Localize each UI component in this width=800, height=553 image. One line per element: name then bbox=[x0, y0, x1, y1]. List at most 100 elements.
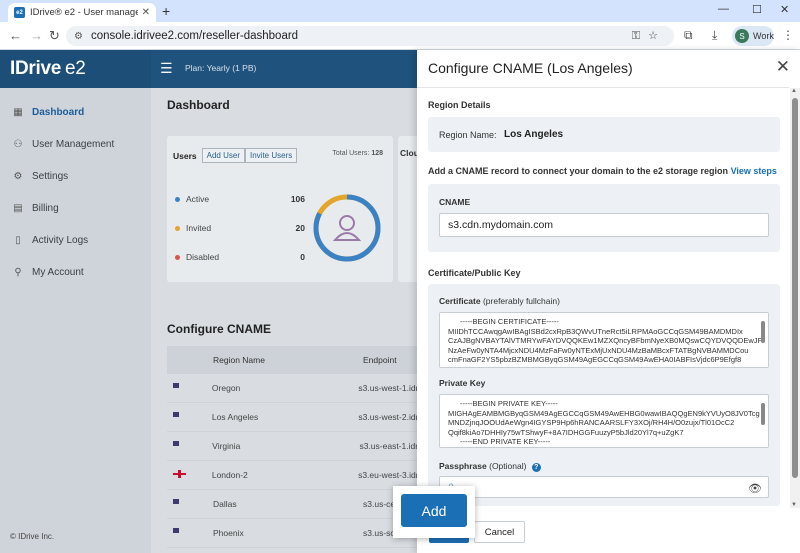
active-dot-icon bbox=[175, 197, 180, 202]
download-icon[interactable]: ⤓ bbox=[712, 28, 717, 43]
users-donut-chart bbox=[313, 194, 381, 262]
window-close-icon[interactable]: ✕ bbox=[780, 3, 789, 16]
certificate-label: Certificate (preferably fullchain) bbox=[439, 296, 560, 306]
account-icon: ⚲ bbox=[14, 266, 22, 278]
certificate-textarea[interactable]: -----BEGIN CERTIFICATE----- MIIDhTCCAwqg… bbox=[439, 312, 769, 368]
region-details-box: Region Name: Los Angeles bbox=[428, 117, 780, 152]
sidebar-item-billing[interactable]: ▤ Billing bbox=[0, 192, 151, 224]
certificate-hint: (preferably fullchain) bbox=[482, 296, 560, 306]
sidebar-item-user-management[interactable]: ⚇ User Management bbox=[0, 128, 151, 160]
sidebar-item-settings[interactable]: ⚙ Settings bbox=[0, 160, 151, 192]
idrive-favicon-icon: e2 bbox=[14, 7, 25, 18]
sidebar-item-label: Settings bbox=[32, 170, 69, 182]
stat-active: Active 106 bbox=[175, 194, 305, 204]
close-icon[interactable]: ✕ bbox=[142, 7, 150, 18]
cert-line: NzAeFw0yNTA4MjcxNDU4MzFaFw0yNTExMjUxNDU4… bbox=[448, 345, 749, 355]
new-tab-plus-icon[interactable]: + bbox=[162, 3, 170, 19]
site-info-icon[interactable]: ⚙ bbox=[74, 31, 83, 42]
table-row[interactable]: Los Angeles s3.us-west-2.idr bbox=[167, 403, 417, 432]
passphrase-label-text: Passphrase bbox=[439, 461, 487, 471]
private-key-textarea[interactable]: -----BEGIN PRIVATE KEY----- MIGHAgEAMBMG… bbox=[439, 394, 769, 448]
endpoint-header: Endpoint bbox=[363, 355, 397, 365]
cname-region-table: Region Name Endpoint Oregon s3.us-west-1… bbox=[167, 346, 417, 548]
scrollbar-thumb[interactable] bbox=[792, 98, 798, 478]
hamburger-menu-icon[interactable]: ☰ bbox=[160, 60, 173, 77]
minimize-icon[interactable]: — bbox=[718, 3, 729, 15]
stat-invited: Invited 20 bbox=[175, 223, 305, 233]
close-icon[interactable]: ✕ bbox=[776, 57, 790, 77]
back-arrow-icon[interactable]: ← bbox=[9, 28, 22, 43]
region-cell: Virginia bbox=[212, 441, 241, 451]
total-users-label: Total Users: bbox=[332, 150, 370, 157]
region-cell: Oregon bbox=[211, 383, 241, 393]
key-line: Qqif8kiAo7DHHIy75wTShwyF+8A7IDHGGFuuzyP5… bbox=[448, 427, 684, 437]
sidebar-item-label: Billing bbox=[32, 202, 59, 214]
add-button[interactable]: Add bbox=[401, 494, 467, 527]
main-content: Dashboard Users Add User Invite Users To… bbox=[151, 88, 418, 553]
eye-slash-icon[interactable]: 👁 bbox=[748, 482, 762, 495]
copyright: © IDrive Inc. bbox=[10, 532, 55, 541]
sidebar-item-label: Activity Logs bbox=[32, 234, 89, 246]
app-header: ☰ Plan: Yearly (1 PB) bbox=[151, 50, 417, 88]
help-icon[interactable]: ? bbox=[531, 463, 541, 472]
cancel-button[interactable]: Cancel bbox=[474, 521, 525, 543]
key-and-star-icon[interactable]: ⚿☆ bbox=[632, 29, 666, 43]
sidebar-item-my-account[interactable]: ⚲ My Account bbox=[0, 256, 151, 288]
endpoint-cell: s3.eu-west-3.idr bbox=[358, 470, 417, 480]
endpoint-cell: s3.us-east-1.idr bbox=[359, 441, 417, 451]
billing-icon: ▤ bbox=[13, 202, 23, 214]
table-row[interactable]: Oregon s3.us-west-1.idr bbox=[167, 374, 417, 403]
divider bbox=[417, 87, 789, 88]
panel-scrollbar[interactable]: ▲ ▼ bbox=[790, 88, 800, 508]
endpoint-cell: s3.us-west-2.idr bbox=[358, 412, 417, 422]
cloud-card: Clou bbox=[398, 136, 418, 282]
scroll-up-icon[interactable]: ▲ bbox=[791, 88, 797, 94]
cname-box: CNAME s3.cdn.mydomain.com bbox=[428, 184, 780, 252]
browser-tab[interactable]: e2 IDrive® e2 - User management ✕ bbox=[8, 3, 156, 22]
cert-line: CzAJBgNVBAYTAlVTMRYwFAYDVQQKEw1MZXQncyBF… bbox=[448, 336, 763, 345]
address-bar[interactable]: ⚙ console.idrivee2.com/reseller-dashboar… bbox=[66, 26, 674, 46]
maximize-icon[interactable]: ☐ bbox=[752, 3, 762, 16]
reload-icon[interactable]: ↻ bbox=[49, 28, 60, 44]
view-steps-link[interactable]: View steps bbox=[731, 166, 777, 176]
cname-input[interactable]: s3.cdn.mydomain.com bbox=[439, 213, 769, 237]
total-users: Total Users: 128 bbox=[332, 150, 383, 157]
brand-logo[interactable]: IDrive e2 bbox=[0, 50, 151, 88]
key-line: -----END PRIVATE KEY----- bbox=[460, 437, 551, 446]
sidebar-item-dashboard[interactable]: ▦ Dashboard bbox=[0, 96, 151, 128]
dashboard-icon: ▦ bbox=[13, 106, 23, 118]
region-cell: London-2 bbox=[211, 470, 248, 480]
table-row[interactable]: London-2 s3.eu-west-3.idr bbox=[167, 461, 417, 490]
cert-line: -----BEGIN CERTIFICATE----- bbox=[460, 317, 559, 326]
sidebar-item-label: Dashboard bbox=[32, 106, 85, 118]
cert-section-label: Certificate/Public Key bbox=[428, 268, 521, 278]
key-line: -----BEGIN PRIVATE KEY----- bbox=[460, 399, 558, 408]
profile-label: Work bbox=[753, 31, 774, 41]
add-user-button[interactable]: Add User bbox=[201, 148, 245, 163]
total-users-value: 128 bbox=[371, 150, 383, 157]
table-row[interactable]: Phoenix s3.us-so bbox=[167, 519, 417, 548]
more-menu-icon[interactable]: ⋮ bbox=[782, 28, 794, 42]
passphrase-input[interactable]: 🔒 👁 bbox=[439, 476, 769, 498]
stat-value: 106 bbox=[290, 194, 305, 204]
region-cell: Dallas bbox=[213, 499, 237, 509]
endpoint-cell: s3.us-so bbox=[363, 528, 396, 538]
table-row[interactable]: Virginia s3.us-east-1.idr bbox=[167, 432, 417, 461]
region-details-label: Region Details bbox=[428, 100, 491, 110]
region-name-header: Region Name bbox=[213, 355, 265, 365]
textarea-scrollbar[interactable] bbox=[761, 403, 765, 425]
endpoint-cell: s3.us-ce bbox=[363, 499, 396, 509]
sidebar-item-activity-logs[interactable]: ▯ Activity Logs bbox=[0, 224, 151, 256]
textarea-scrollbar[interactable] bbox=[761, 321, 765, 343]
cname-instructions: Add a CNAME record to connect your domai… bbox=[428, 166, 777, 176]
extensions-icon[interactable]: ⧉ bbox=[684, 28, 693, 43]
forward-arrow-icon[interactable]: → bbox=[30, 28, 43, 43]
add-button-zoom-callout: Add bbox=[393, 486, 475, 538]
plan-label: Plan: Yearly (1 PB) bbox=[185, 63, 257, 73]
users-icon: ⚇ bbox=[13, 138, 23, 150]
table-row[interactable]: Dallas s3.us-ce bbox=[167, 490, 417, 519]
invite-users-button[interactable]: Invite Users bbox=[245, 148, 298, 163]
cname-intro-text: Add a CNAME record to connect your domai… bbox=[428, 166, 729, 176]
profile-button[interactable]: S Work bbox=[732, 26, 774, 46]
scroll-down-icon[interactable]: ▼ bbox=[791, 502, 797, 508]
